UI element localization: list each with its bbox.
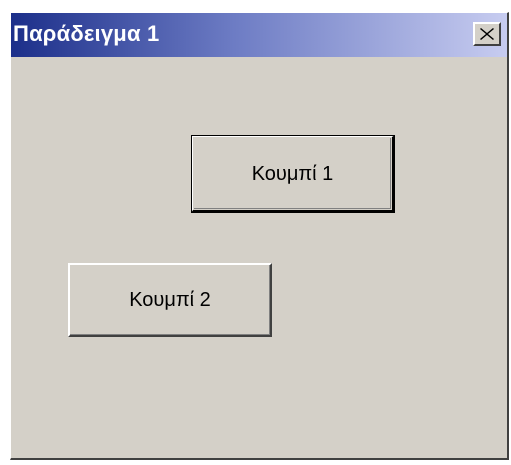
dialog-window: Παράδειγμα 1 Κουμπί 1 Κουμπί 2: [10, 12, 509, 460]
button-1[interactable]: Κουμπί 1: [191, 135, 395, 213]
button-2[interactable]: Κουμπί 2: [68, 263, 272, 337]
title-bar[interactable]: Παράδειγμα 1: [11, 13, 507, 57]
close-button[interactable]: [473, 22, 501, 46]
button-2-label: Κουμπί 2: [129, 289, 211, 311]
close-icon: [480, 28, 494, 40]
button-1-label: Κουμπί 1: [251, 162, 334, 185]
window-title: Παράδειγμα 1: [13, 21, 160, 46]
